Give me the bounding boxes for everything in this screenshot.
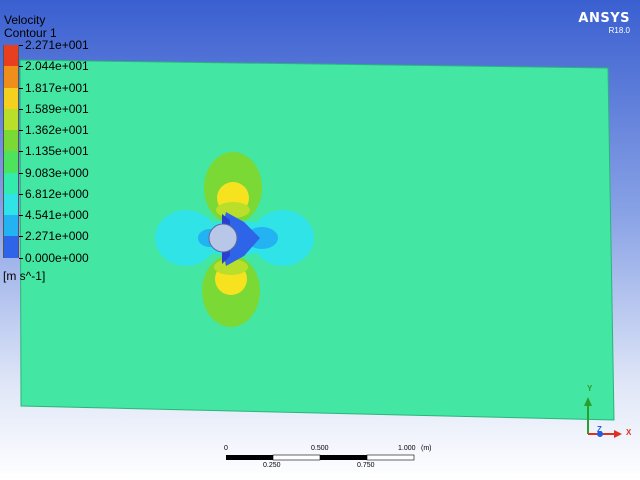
scale-tick-1000: 1.000 xyxy=(398,445,416,452)
scale-bar xyxy=(226,454,415,461)
scale-tick-0500: 0.500 xyxy=(311,445,329,452)
triad-y-label: Y xyxy=(587,384,593,393)
triad-z-label: Z xyxy=(597,425,602,434)
scale-tick-0: 0 xyxy=(224,445,228,452)
scale-tick-0250: 0.250 xyxy=(263,462,281,469)
scale-unit: (m) xyxy=(421,445,432,452)
triad-x-label: X xyxy=(626,428,632,437)
scale-tick-0750: 0.750 xyxy=(357,462,375,469)
